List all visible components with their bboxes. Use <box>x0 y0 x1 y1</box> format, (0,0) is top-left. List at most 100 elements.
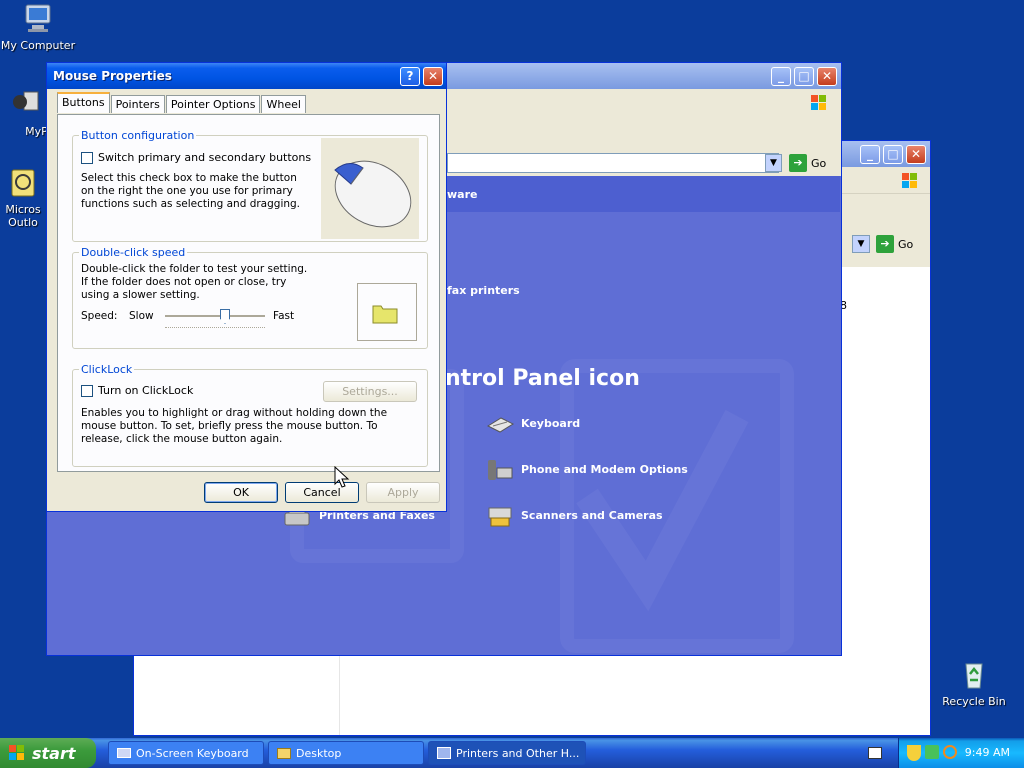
double-click-group: Double-click speed Double-click the fold… <box>72 246 428 349</box>
cp-item-phone-modem[interactable]: Phone and Modem Options <box>485 454 688 484</box>
maximize-button[interactable]: □ <box>794 67 814 86</box>
outlook-icon <box>11 169 35 197</box>
windows-flag-icon <box>9 745 24 760</box>
group-title: Button configuration <box>79 129 197 142</box>
dialog-body: Buttons Pointers Pointer Options Wheel B… <box>50 90 443 508</box>
task-label: On-Screen Keyboard <box>136 746 249 760</box>
tab-buttons[interactable]: Buttons <box>57 92 110 113</box>
maximize-button[interactable]: □ <box>883 145 903 164</box>
keyboard-icon <box>117 748 131 758</box>
go-arrow-icon: ➔ <box>876 235 894 253</box>
close-button[interactable]: ✕ <box>906 145 926 164</box>
address-dropdown-arrow-icon[interactable]: ▼ <box>765 154 782 172</box>
scanner-icon <box>488 507 512 527</box>
taskbar: start On-Screen Keyboard Desktop Printer… <box>0 738 1024 768</box>
group-title: ClickLock <box>79 363 135 376</box>
cp-item-label: Scanners and Cameras <box>521 508 663 522</box>
tab-pointers[interactable]: Pointers <box>110 95 165 113</box>
apply-button[interactable]: Apply <box>366 482 440 503</box>
mouse-icon <box>334 160 412 228</box>
slider-ticks <box>165 327 265 329</box>
network-icon[interactable] <box>925 745 939 759</box>
go-button[interactable]: ➔ Go <box>789 153 839 173</box>
mouse-properties-dialog: Mouse Properties ? ✕ Buttons Pointers Po… <box>46 62 447 512</box>
speed-label: Speed: <box>81 310 118 322</box>
task-label: Desktop <box>296 746 342 760</box>
control-panel-icon <box>437 747 451 759</box>
go-arrow-icon: ➔ <box>789 154 807 172</box>
phone-icon <box>488 460 513 480</box>
folder-icon <box>372 305 398 324</box>
button-config-group: Button configuration Switch primary and … <box>72 129 428 242</box>
clicklock-settings-button[interactable]: Settings... <box>323 381 417 402</box>
slow-label: Slow <box>129 310 154 322</box>
cp-item-label: Keyboard <box>521 416 581 430</box>
checkbox-box[interactable] <box>81 384 93 397</box>
computer-icon <box>25 4 51 32</box>
speed-slider[interactable] <box>165 305 265 329</box>
tab-strip: Buttons Pointers Pointer Options Wheel <box>57 92 307 113</box>
desktop-icon-label: My Computer <box>0 39 76 52</box>
keyboard-icon <box>486 417 515 433</box>
close-button[interactable]: ✕ <box>817 67 837 86</box>
task-label: Printers and Other H... <box>456 746 580 760</box>
mouse-cursor-icon <box>334 466 350 488</box>
clicklock-group: ClickLock Turn on ClickLock Settings... … <box>72 363 428 467</box>
task-link[interactable]: fax printers <box>447 284 520 297</box>
desktop-icon-my-computer[interactable]: My Computer <box>0 2 76 52</box>
recycle-bin-icon <box>965 663 983 689</box>
test-folder-area[interactable] <box>357 283 417 341</box>
clock: 9:49 AM <box>964 746 1010 759</box>
dialog-titlebar[interactable]: Mouse Properties ? ✕ <box>47 63 446 89</box>
mouse-image <box>321 138 419 239</box>
tab-pointer-options[interactable]: Pointer Options <box>165 95 261 113</box>
minimize-button[interactable]: _ <box>860 145 880 164</box>
fast-label: Fast <box>273 310 295 322</box>
button-config-description: Select this check box to make the button… <box>81 172 301 210</box>
cp-item-keyboard[interactable]: Keyboard <box>485 408 580 438</box>
panel-heading: ntrol Panel icon <box>445 366 640 391</box>
tab-panel-buttons: Button configuration Switch primary and … <box>57 114 440 472</box>
task-header: ware <box>447 188 478 201</box>
checkbox-label: Turn on ClickLock <box>98 384 194 397</box>
cp-item-label: Phone and Modem Options <box>521 462 688 476</box>
go-button[interactable]: ➔ Go <box>876 234 926 254</box>
group-title: Double-click speed <box>79 246 188 259</box>
search-icon[interactable] <box>943 745 957 759</box>
go-label: Go <box>898 237 914 251</box>
desktop-icon-label: Recycle Bin <box>942 695 1006 708</box>
minimize-button[interactable]: _ <box>771 67 791 86</box>
windows-logo-icon <box>902 173 917 188</box>
slider-thumb[interactable] <box>220 309 230 324</box>
start-button[interactable]: start <box>0 738 96 768</box>
desktop-icon-recycle-bin[interactable]: Recycle Bin <box>936 658 1012 708</box>
keyboard-tray-icon[interactable] <box>868 747 882 759</box>
task-header-bar <box>444 176 840 212</box>
clicklock-description: Enables you to highlight or drag without… <box>81 407 388 445</box>
double-click-description: Double-click the folder to test your set… <box>81 263 308 301</box>
security-shield-icon[interactable] <box>907 745 921 761</box>
start-label: start <box>32 743 76 763</box>
tab-wheel[interactable]: Wheel <box>261 95 306 113</box>
desktop-icon-label: Micros Outlo <box>5 203 41 229</box>
go-label: Go <box>811 156 827 170</box>
folder-icon <box>277 747 291 759</box>
ok-button[interactable]: OK <box>204 482 278 503</box>
help-button[interactable]: ? <box>400 67 420 86</box>
task-desktop[interactable]: Desktop <box>268 741 424 765</box>
switch-buttons-checkbox[interactable]: Switch primary and secondary buttons <box>81 151 311 164</box>
task-on-screen-keyboard[interactable]: On-Screen Keyboard <box>108 741 264 765</box>
slider-track <box>165 315 265 317</box>
documents-icon <box>13 91 39 111</box>
desktop-icon-outlook[interactable]: Micros Outlo <box>0 168 46 229</box>
address-field[interactable] <box>447 153 779 173</box>
dialog-title: Mouse Properties <box>53 69 172 83</box>
checkbox-box[interactable] <box>81 151 93 164</box>
cp-item-scanners-cameras[interactable]: Scanners and Cameras <box>485 500 663 530</box>
windows-logo-icon <box>811 95 826 110</box>
system-tray: 9:49 AM <box>898 738 1024 768</box>
clicklock-checkbox[interactable]: Turn on ClickLock <box>81 384 193 397</box>
address-dropdown-arrow-icon[interactable]: ▼ <box>852 235 870 253</box>
task-printers[interactable]: Printers and Other H... <box>428 741 586 765</box>
close-button[interactable]: ✕ <box>423 67 443 86</box>
